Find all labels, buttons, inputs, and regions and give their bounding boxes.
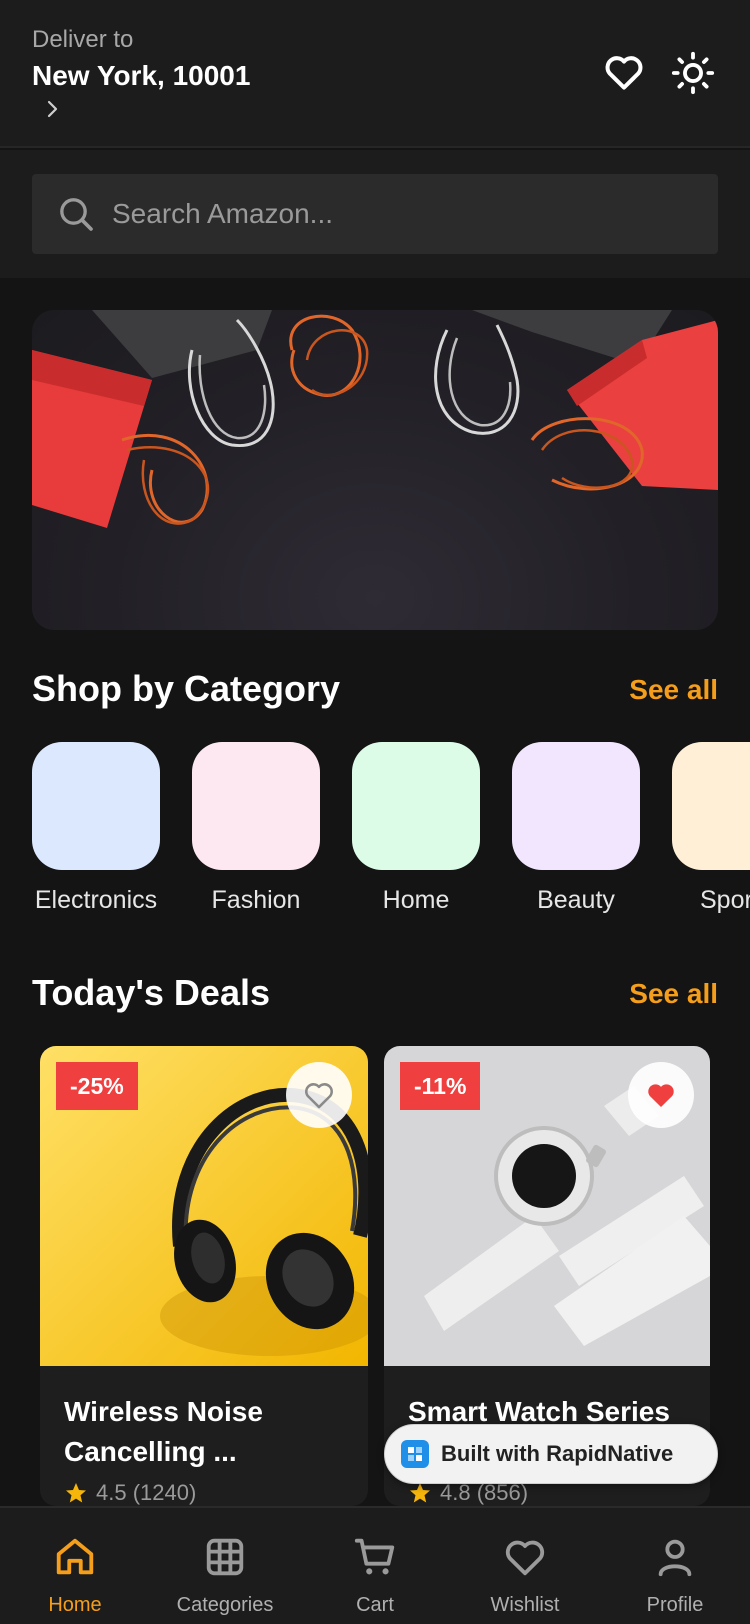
search-icon <box>60 198 93 231</box>
tab-profile[interactable]: Profile <box>600 1508 750 1624</box>
sun-icon[interactable] <box>670 50 716 96</box>
category-label: Home <box>382 886 450 914</box>
search-input[interactable]: Search Amazon... <box>32 174 718 254</box>
category-sports[interactable]: Sports <box>672 742 750 914</box>
category-tile <box>352 742 480 870</box>
category-electronics[interactable]: Electronics <box>32 742 160 914</box>
product-rating: 4.5 (1240) <box>64 1480 196 1506</box>
heart-icon[interactable] <box>602 50 646 94</box>
heart-icon <box>505 1540 545 1576</box>
category-tile <box>192 742 320 870</box>
search-bar-container: Search Amazon... <box>0 150 750 278</box>
shopping-bags-illustration <box>32 310 718 528</box>
search-placeholder: Search Amazon... <box>112 198 334 229</box>
category-fashion[interactable]: Fashion <box>192 742 320 914</box>
chevron-right-icon[interactable] <box>44 96 62 122</box>
bottom-tab-bar: Home Categories Cart Wishlist Profile <box>0 1506 750 1624</box>
tab-label: Categories <box>176 1594 274 1616</box>
category-tile <box>512 742 640 870</box>
category-label: Sports <box>700 886 750 914</box>
cart-icon <box>354 1538 395 1575</box>
deals-section-title: Today's Deals <box>32 972 270 1013</box>
tab-categories[interactable]: Categories <box>150 1508 300 1624</box>
heart-outline-icon <box>305 1083 333 1109</box>
built-with-badge[interactable]: Built with RapidNative <box>384 1424 718 1484</box>
category-label: Fashion <box>211 886 301 914</box>
header: Deliver to New York, 10001 <box>0 0 750 148</box>
wishlist-button[interactable] <box>286 1062 352 1128</box>
tab-cart[interactable]: Cart <box>300 1508 450 1624</box>
promo-banner[interactable] <box>32 310 718 630</box>
category-section-title: Shop by Category <box>32 668 341 709</box>
tab-label: Cart <box>356 1594 394 1616</box>
category-beauty[interactable]: Beauty <box>512 742 640 914</box>
tab-wishlist[interactable]: Wishlist <box>450 1508 600 1624</box>
star-icon <box>410 1483 430 1503</box>
star-icon <box>66 1483 86 1503</box>
rapidnative-logo-icon <box>401 1440 429 1468</box>
deals-see-all-link[interactable]: See all <box>629 978 718 1010</box>
tab-label: Home <box>48 1594 102 1616</box>
product-title[interactable]: Wireless Noise Cancelling ... <box>64 1392 354 1472</box>
badge-text: Built with RapidNative <box>441 1441 674 1466</box>
category-tile <box>32 742 160 870</box>
home-icon <box>56 1538 94 1575</box>
category-label: Beauty <box>537 886 615 914</box>
categories-see-all-link[interactable]: See all <box>629 674 718 706</box>
discount-badge: -25% <box>56 1062 138 1110</box>
category-home[interactable]: Home <box>352 742 480 914</box>
discount-badge: -11% <box>400 1062 481 1110</box>
product-card[interactable]: -25% Wireless Noise Cancelling ... 4.5 (… <box>40 1046 368 1506</box>
deliver-label: Deliver to <box>32 26 134 53</box>
category-tile <box>672 742 750 870</box>
tab-label: Wishlist <box>490 1594 560 1616</box>
heart-filled-icon <box>648 1084 674 1108</box>
tab-home[interactable]: Home <box>0 1508 150 1624</box>
rating-text: 4.5 (1240) <box>96 1480 197 1505</box>
category-label: Electronics <box>34 886 158 914</box>
category-list: Electronics Fashion Home Beauty Sports <box>32 742 750 922</box>
delivery-location[interactable]: New York, 10001 <box>32 60 250 92</box>
wishlist-button[interactable] <box>628 1062 694 1128</box>
grid-icon <box>206 1538 244 1576</box>
user-icon <box>658 1539 692 1577</box>
tab-label: Profile <box>646 1594 704 1616</box>
